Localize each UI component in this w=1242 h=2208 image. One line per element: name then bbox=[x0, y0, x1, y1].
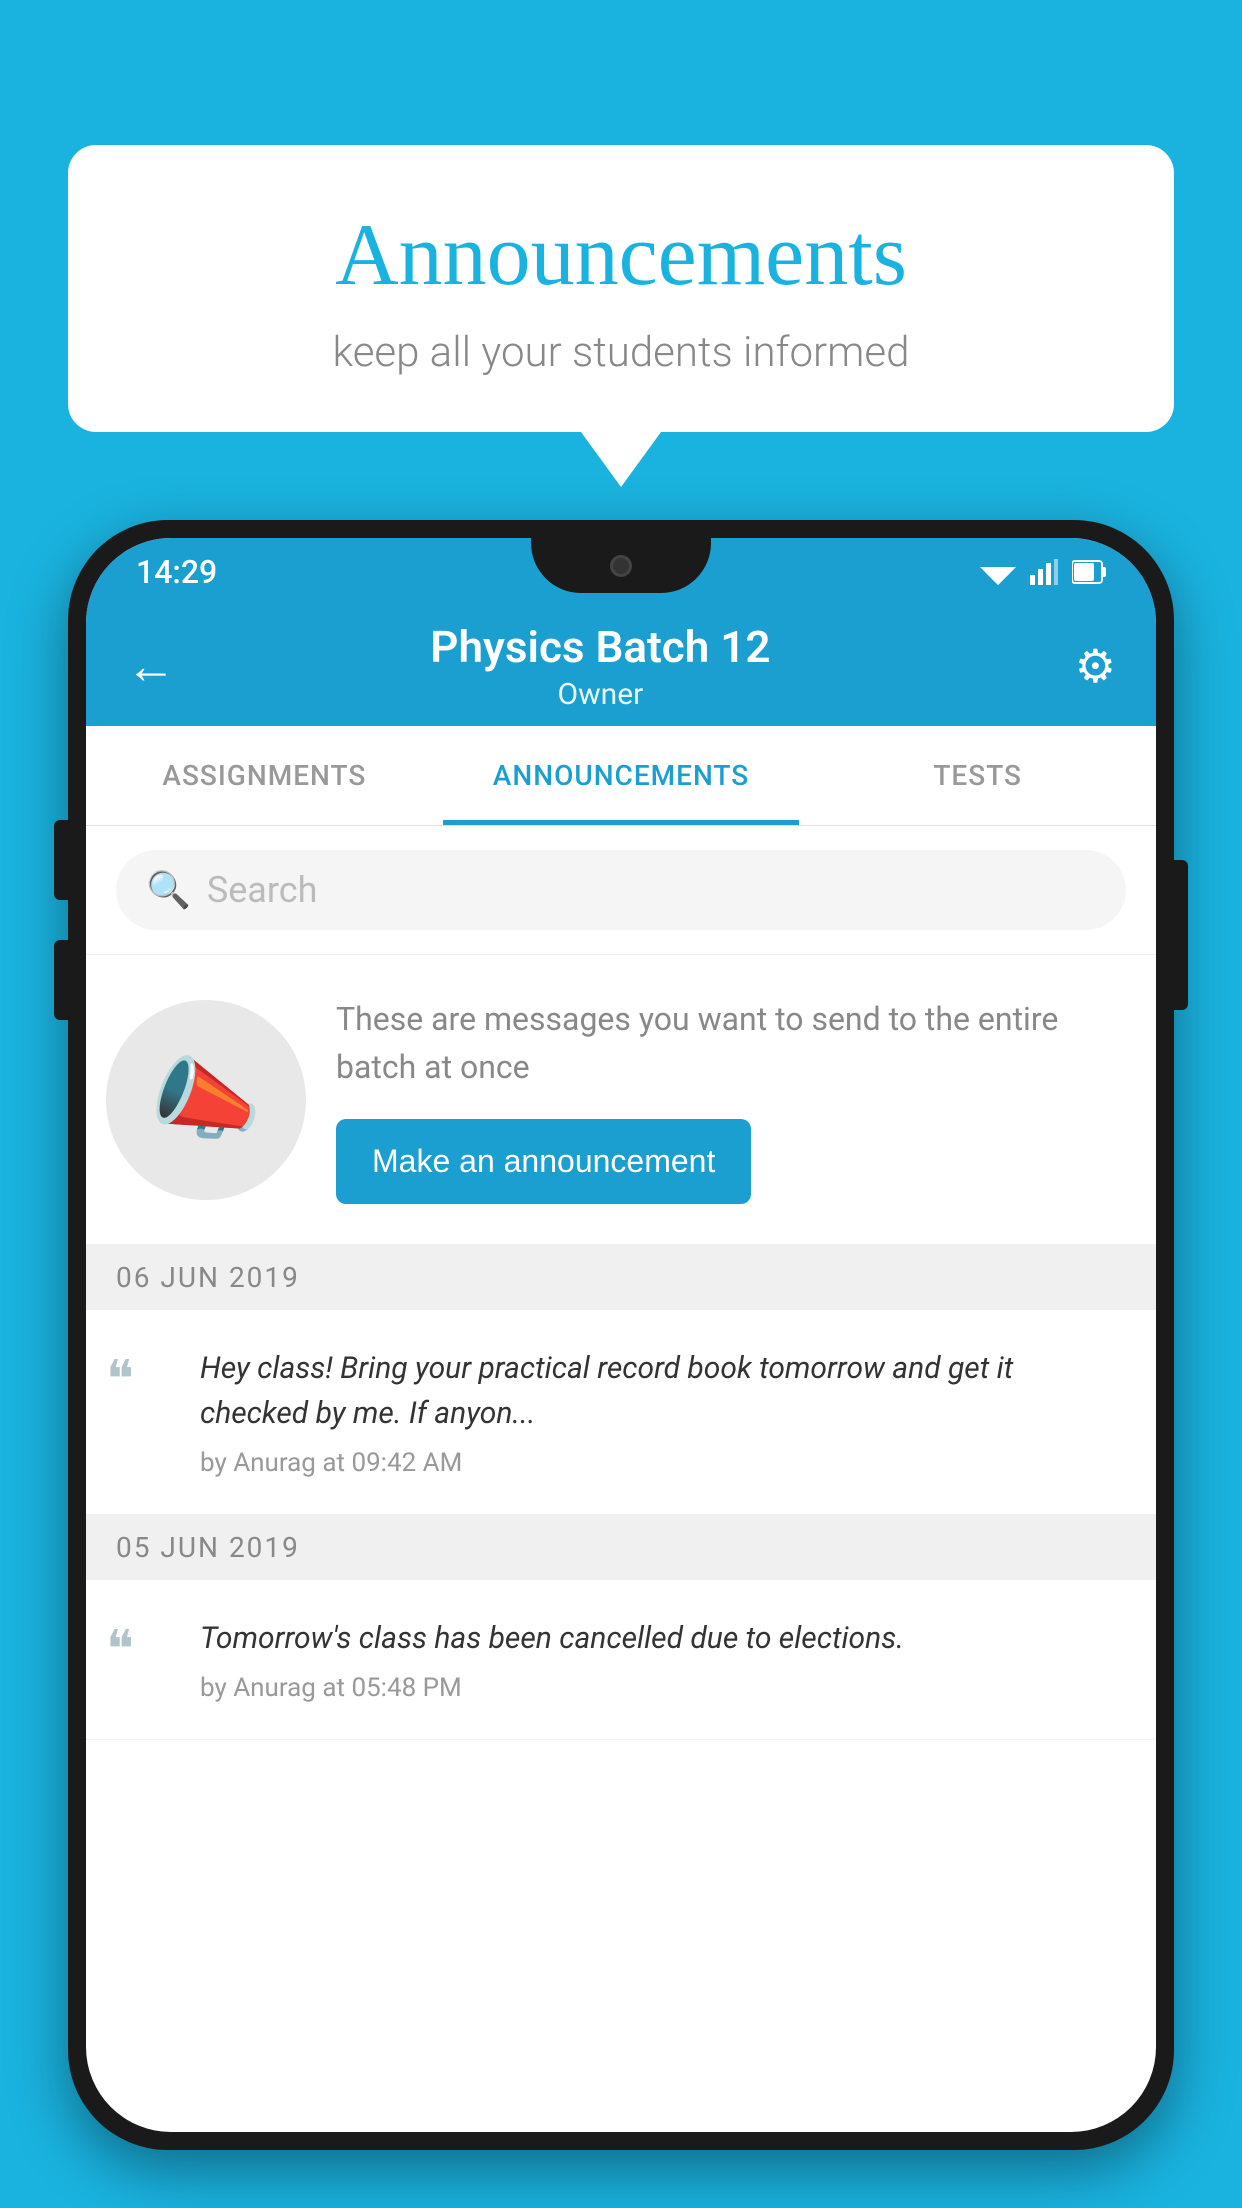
announcement-meta-1: by Anurag at 09:42 AM bbox=[200, 1448, 1126, 1478]
speech-bubble-arrow bbox=[581, 432, 661, 487]
search-placeholder: Search bbox=[207, 869, 318, 911]
app-bar: ← Physics Batch 12 Owner ⚙ bbox=[86, 606, 1156, 726]
status-icons bbox=[980, 559, 1106, 585]
quote-icon-2: ❝ bbox=[106, 1624, 176, 1676]
camera-notch bbox=[610, 555, 632, 577]
make-announcement-button[interactable]: Make an announcement bbox=[336, 1119, 751, 1204]
speech-bubble-section: Announcements keep all your students inf… bbox=[68, 145, 1174, 487]
tabs-bar: ASSIGNMENTS ANNOUNCEMENTS TESTS bbox=[86, 726, 1156, 826]
date-divider-1: 06 JUN 2019 bbox=[86, 1245, 1156, 1310]
app-bar-title: Physics Batch 12 bbox=[206, 621, 995, 673]
phone-device: 14:29 bbox=[68, 520, 1174, 2208]
promo-text-group: These are messages you want to send to t… bbox=[336, 995, 1126, 1204]
search-bar[interactable]: 🔍 Search bbox=[116, 850, 1126, 930]
app-bar-subtitle: Owner bbox=[206, 677, 995, 712]
status-time: 14:29 bbox=[136, 553, 217, 591]
promo-description: These are messages you want to send to t… bbox=[336, 995, 1126, 1091]
search-section: 🔍 Search bbox=[86, 826, 1156, 955]
tab-assignments[interactable]: ASSIGNMENTS bbox=[86, 726, 443, 825]
wifi-icon bbox=[980, 559, 1016, 585]
tab-tests[interactable]: TESTS bbox=[799, 726, 1156, 825]
megaphone-icon: 📣 bbox=[150, 1047, 262, 1152]
battery-icon bbox=[1072, 559, 1106, 585]
settings-button[interactable]: ⚙ bbox=[1075, 639, 1116, 694]
signal-icon bbox=[1030, 559, 1058, 585]
announcement-content-2: Tomorrow's class has been cancelled due … bbox=[200, 1616, 1126, 1703]
quote-icon-1: ❝ bbox=[106, 1354, 176, 1406]
phone-screen: 14:29 bbox=[86, 538, 1156, 2132]
notch bbox=[531, 538, 711, 593]
announcement-meta-2: by Anurag at 05:48 PM bbox=[200, 1673, 1126, 1703]
app-bar-title-group: Physics Batch 12 Owner bbox=[206, 621, 995, 712]
promo-section: 📣 These are messages you want to send to… bbox=[86, 955, 1156, 1245]
search-icon: 🔍 bbox=[146, 869, 191, 911]
speech-bubble-card: Announcements keep all your students inf… bbox=[68, 145, 1174, 432]
back-button[interactable]: ← bbox=[126, 637, 176, 696]
page-main-title: Announcements bbox=[128, 205, 1114, 306]
announcement-text-1: Hey class! Bring your practical record b… bbox=[200, 1346, 1126, 1436]
announcement-content-1: Hey class! Bring your practical record b… bbox=[200, 1346, 1126, 1478]
announcement-item-2[interactable]: ❝ Tomorrow's class has been cancelled du… bbox=[86, 1580, 1156, 1740]
megaphone-circle: 📣 bbox=[106, 1000, 306, 1200]
page-main-subtitle: keep all your students informed bbox=[128, 328, 1114, 377]
date-divider-2: 05 JUN 2019 bbox=[86, 1515, 1156, 1580]
tab-announcements[interactable]: ANNOUNCEMENTS bbox=[443, 726, 800, 825]
phone-outer-shell: 14:29 bbox=[68, 520, 1174, 2150]
status-bar: 14:29 bbox=[86, 538, 1156, 606]
announcement-item-1[interactable]: ❝ Hey class! Bring your practical record… bbox=[86, 1310, 1156, 1515]
announcement-text-2: Tomorrow's class has been cancelled due … bbox=[200, 1616, 1126, 1661]
